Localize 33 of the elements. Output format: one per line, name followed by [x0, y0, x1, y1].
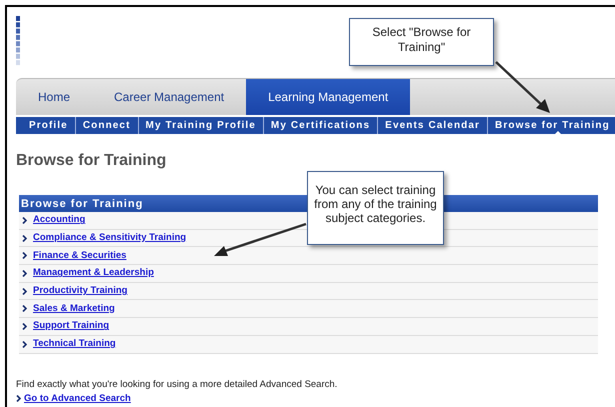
category-link[interactable]: Finance & Securities	[33, 248, 126, 263]
sub-nav-link[interactable]: My Training Profile	[138, 118, 263, 133]
chevron-icon	[22, 234, 27, 242]
callout: Select "Browse for Training"	[349, 18, 494, 66]
main-tab[interactable]: Home	[16, 79, 92, 115]
chevron-icon	[22, 305, 27, 312]
chevron-icon	[22, 288, 27, 295]
chevron-icon	[22, 322, 27, 330]
category-link[interactable]: Productivity Training	[33, 284, 128, 298]
category-link[interactable]: Technical Training	[33, 337, 116, 352]
category-link[interactable]: Accounting	[33, 213, 86, 228]
chevron-icon	[22, 216, 27, 224]
category-link[interactable]: Management & Leadership	[33, 266, 154, 281]
chevron-icon	[22, 340, 27, 348]
chevron-icon	[16, 395, 21, 402]
category-link[interactable]: Support Training	[33, 319, 109, 334]
sub-nav-link[interactable]: My Certifications	[264, 118, 378, 133]
advanced-search-hint: Find exactly what you're looking for using a more detailed Advanced Search.	[16, 378, 338, 392]
pointer-arrow	[494, 60, 552, 115]
page-title: Browse for Training	[16, 151, 168, 171]
sub-nav-link[interactable]: Browse for Training	[488, 118, 615, 133]
advanced-search-link[interactable]: Go to Advanced Search	[24, 392, 131, 406]
sub-nav-link[interactable]: Profile	[22, 118, 75, 133]
chevron-icon	[22, 270, 27, 277]
sub-nav-link[interactable]: Events Calendar	[378, 118, 488, 133]
callout: You can select training from any of the training subject categories.	[307, 171, 444, 245]
category-link[interactable]: Sales & Marketing	[33, 302, 115, 316]
category-link[interactable]: Compliance & Sensitivity Training	[33, 230, 186, 246]
logo-icon	[16, 16, 20, 66]
main-tab[interactable]: Career Management	[92, 79, 246, 115]
chevron-icon	[22, 252, 27, 260]
sub-nav-link[interactable]: Connect	[76, 118, 138, 133]
main-tab[interactable]: Learning Management	[246, 79, 410, 115]
